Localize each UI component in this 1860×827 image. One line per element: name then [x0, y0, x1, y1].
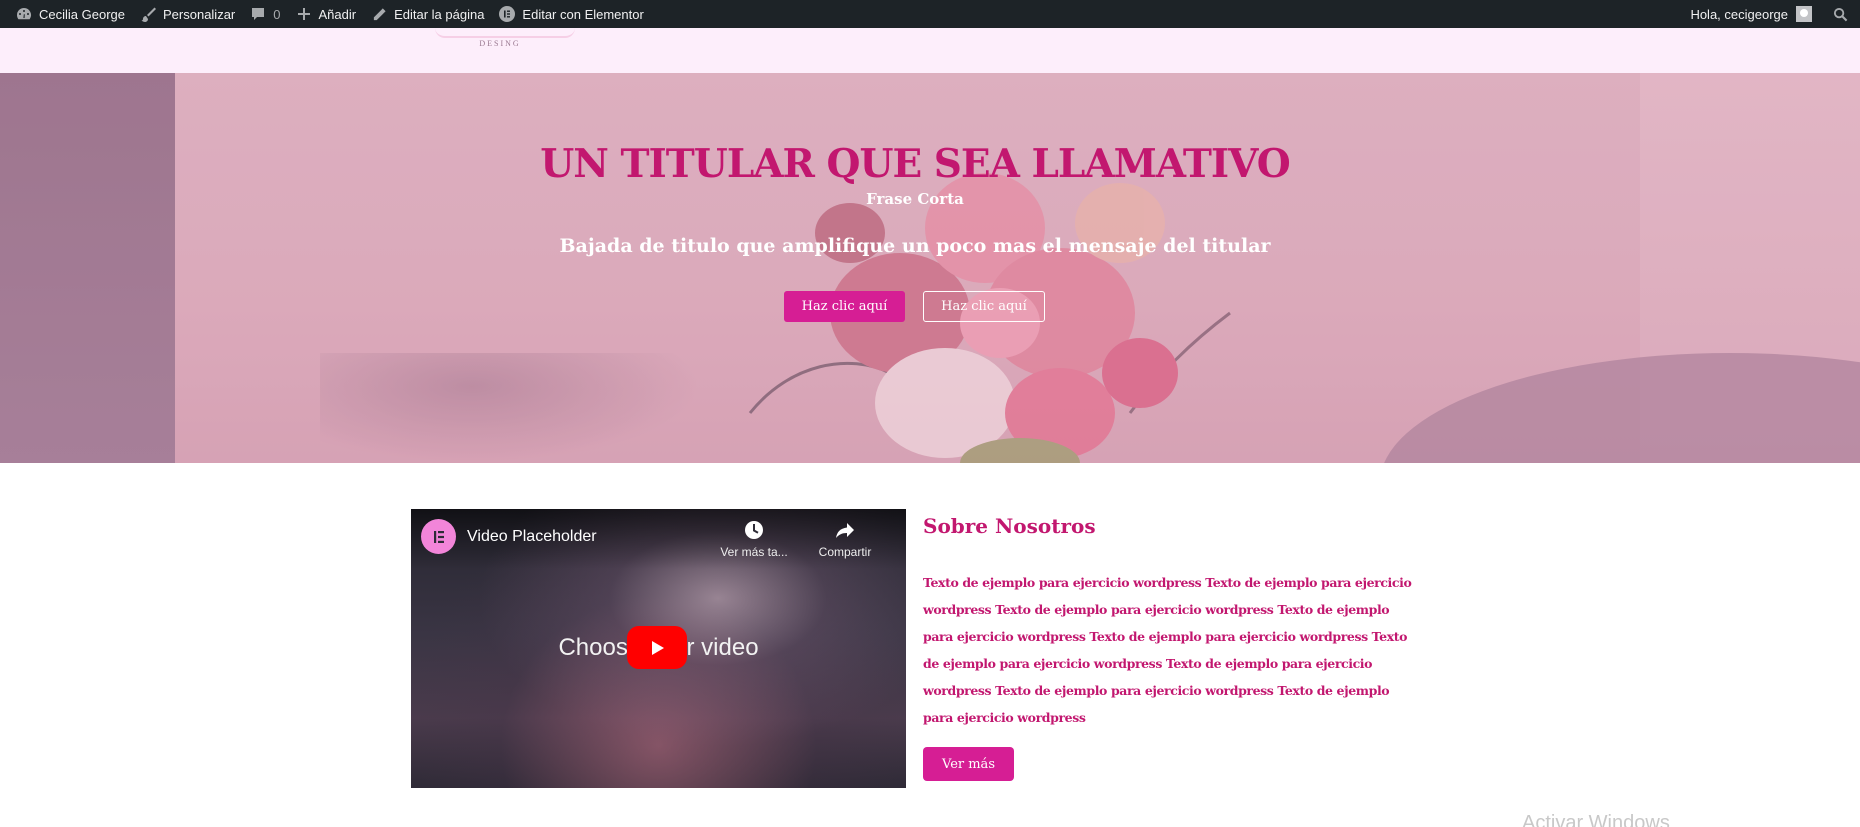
logo-text[interactable]: DESING [470, 39, 530, 48]
edit-page-label: Editar la página [394, 6, 485, 22]
customize-link[interactable]: Personalizar [132, 0, 242, 28]
pencil-icon [370, 5, 388, 23]
add-new-label: Añadir [318, 6, 357, 22]
site-name-link[interactable]: Cecilia George [8, 0, 132, 28]
admin-bar-left: Cecilia George Personalizar 0 Añadir Edi… [8, 0, 651, 28]
about-title: Sobre Nosotros [923, 514, 1096, 538]
plus-icon [295, 5, 313, 23]
site-name-label: Cecilia George [39, 6, 125, 22]
avatar [1796, 6, 1812, 22]
edit-elementor-label: Editar con Elementor [522, 6, 644, 22]
add-new-link[interactable]: Añadir [288, 0, 364, 28]
share-icon [836, 523, 854, 538]
ver-mas-button[interactable]: Ver más [923, 747, 1014, 781]
share-button[interactable]: Compartir [811, 519, 879, 559]
youtube-play-icon[interactable] [627, 626, 687, 669]
customize-label: Personalizar [163, 6, 236, 22]
hero-section: UN TITULAR QUE SEA LLAMATIVO Frase Corta… [0, 73, 1860, 463]
share-label: Compartir [818, 545, 872, 559]
hero-primary-button[interactable]: Haz clic aquí [784, 291, 905, 322]
hero-overlay [0, 73, 1860, 463]
video-title[interactable]: Video Placeholder [467, 528, 597, 546]
hero-secondary-button[interactable]: Haz clic aquí [923, 291, 1045, 322]
windows-activation-watermark: Activar Windows [1522, 812, 1670, 827]
logo-graphic[interactable] [435, 28, 575, 38]
comments-count: 0 [273, 6, 281, 22]
greeting-label: Hola, cecigeorge [1690, 6, 1788, 22]
brush-icon [139, 5, 157, 23]
about-body-text: Texto de ejemplo para ejercicio wordpres… [923, 575, 1412, 725]
admin-bar-right: Hola, cecigeorge [1683, 0, 1848, 28]
hero-subtitle: Bajada de titulo que amplifique un poco … [559, 235, 1271, 257]
comment-icon [249, 5, 267, 23]
watch-later-button[interactable]: Ver más ta... [720, 519, 788, 559]
comments-link[interactable]: 0 [242, 0, 287, 28]
elementor-channel-icon[interactable] [421, 519, 456, 554]
dashboard-icon [15, 5, 33, 23]
video-embed[interactable]: Video Placeholder Ver más ta... Comparti… [411, 509, 906, 788]
clock-icon [745, 521, 763, 539]
hero-title: UN TITULAR QUE SEA LLAMATIVO [540, 141, 1290, 187]
my-account-link[interactable]: Hola, cecigeorge [1683, 0, 1819, 28]
watch-later-label: Ver más ta... [720, 545, 788, 559]
search-icon[interactable] [1833, 7, 1848, 22]
admin-bar: Cecilia George Personalizar 0 Añadir Edi… [0, 0, 1860, 28]
hero-short-phrase: Frase Corta [866, 190, 964, 208]
edit-elementor-link[interactable]: Editar con Elementor [491, 0, 650, 28]
edit-page-link[interactable]: Editar la página [363, 0, 491, 28]
elementor-icon [498, 5, 516, 23]
site-header [0, 28, 1860, 73]
